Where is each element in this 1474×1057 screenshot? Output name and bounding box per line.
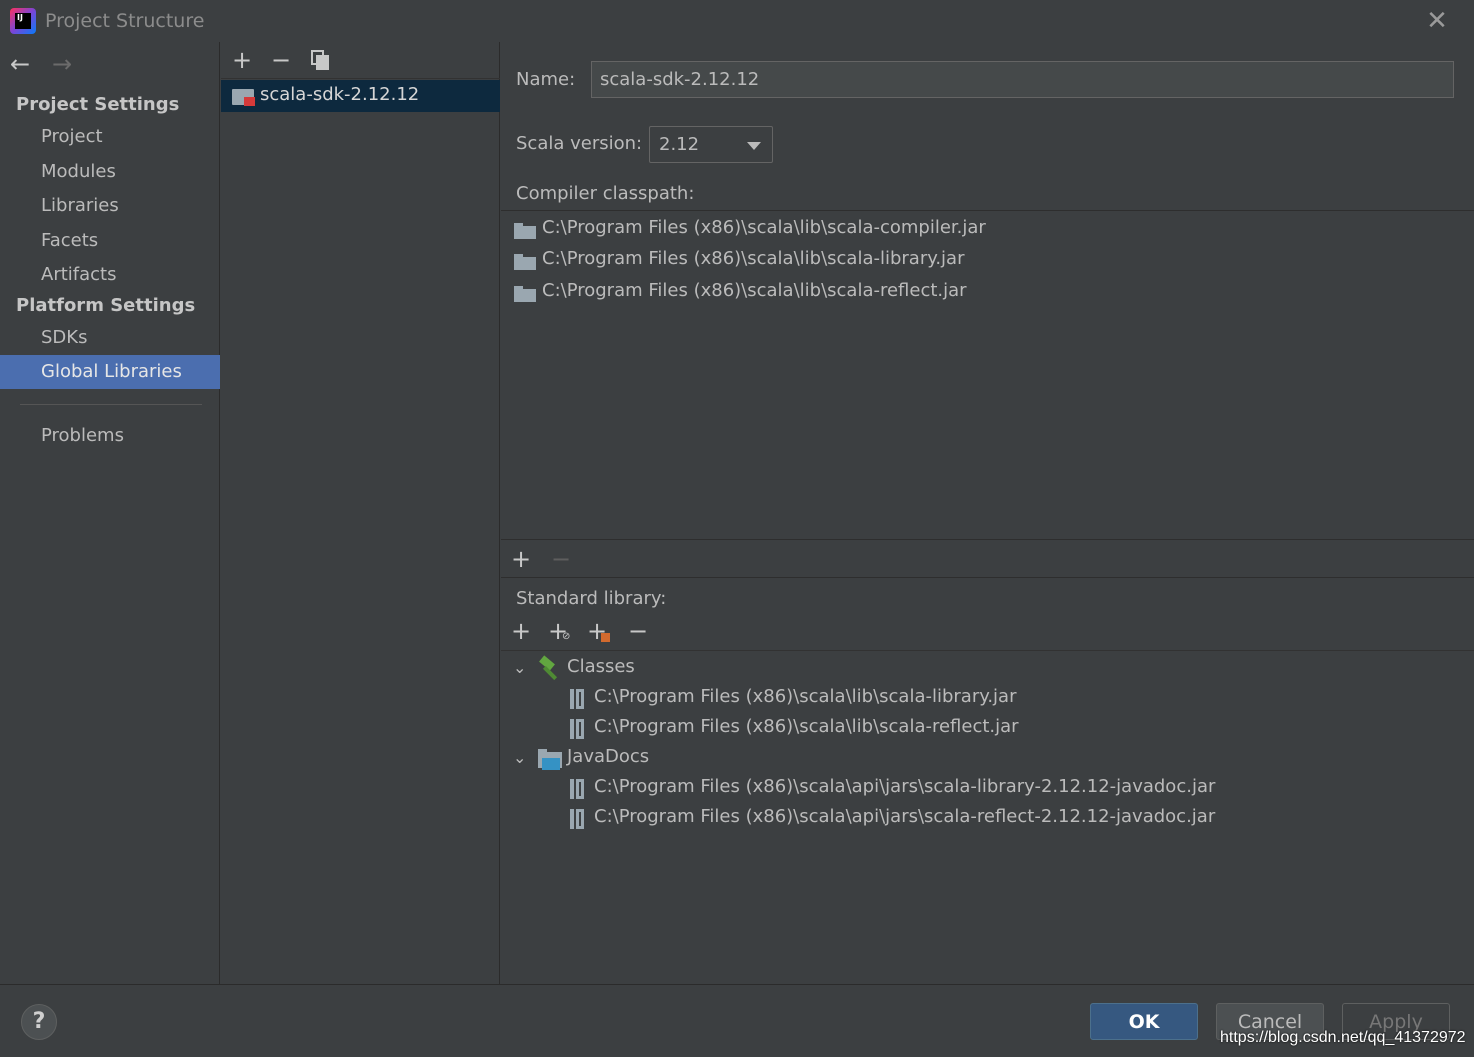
add-icon[interactable]: + xyxy=(229,46,255,74)
folder-icon xyxy=(514,254,536,270)
add-icon[interactable]: + xyxy=(511,545,531,573)
watermark-text: https://blog.csdn.net/qq_41372972 xyxy=(1220,1029,1466,1046)
nav-item-libraries[interactable]: Libraries xyxy=(0,189,220,223)
folder-icon xyxy=(514,223,536,239)
compiler-classpath-label: Compiler classpath: xyxy=(516,183,695,204)
scala-version-select[interactable]: 2.12 xyxy=(649,126,773,163)
nav-item-facets[interactable]: Facets xyxy=(0,224,220,258)
classpath-toolbar: + − xyxy=(501,541,1474,578)
classpath-path: C:\Program Files (x86)\scala\lib\scala-l… xyxy=(542,248,965,269)
intellij-logo-icon: IJ xyxy=(10,8,36,34)
name-label: Name: xyxy=(516,69,576,90)
library-item-label: scala-sdk-2.12.12 xyxy=(260,84,420,105)
platform-settings-header: Platform Settings xyxy=(16,295,196,316)
back-arrow-icon[interactable]: ← xyxy=(10,50,36,78)
help-button[interactable]: ? xyxy=(21,1004,57,1040)
library-detail-panel: Name: Scala version: 2.12 Compiler class… xyxy=(501,42,1474,984)
nav-item-sdks[interactable]: SDKs xyxy=(0,321,220,355)
nav-item-project[interactable]: Project xyxy=(0,120,220,154)
standard-library-label: Standard library: xyxy=(516,588,667,609)
tree-item-path: C:\Program Files (x86)\scala\lib\scala-r… xyxy=(594,716,1019,737)
nav-item-global-libraries[interactable]: Global Libraries xyxy=(0,355,220,389)
add-icon[interactable]: + xyxy=(511,617,531,645)
library-list-toolbar: + − xyxy=(221,42,500,79)
classpath-path: C:\Program Files (x86)\scala\lib\scala-c… xyxy=(542,217,986,238)
jar-icon xyxy=(570,779,584,799)
chevron-down-icon[interactable]: ⌄ xyxy=(513,748,527,767)
chevron-down-icon[interactable]: ⌄ xyxy=(513,658,527,677)
scala-version-label: Scala version: xyxy=(516,133,643,154)
library-item[interactable]: scala-sdk-2.12.12 xyxy=(221,80,500,112)
ok-button[interactable]: OK xyxy=(1090,1003,1198,1040)
tree-item-path: C:\Program Files (x86)\scala\lib\scala-l… xyxy=(594,686,1017,707)
jar-icon xyxy=(570,809,584,829)
remove-icon[interactable]: − xyxy=(551,545,571,573)
tree-node-label: Classes xyxy=(567,656,635,677)
compiler-classpath-list: C:\Program Files (x86)\scala\lib\scala-c… xyxy=(501,210,1474,540)
settings-nav: ← → Project Settings Project Modules Lib… xyxy=(0,42,220,984)
classpath-path: C:\Program Files (x86)\scala\lib\scala-r… xyxy=(542,280,967,301)
remove-icon[interactable]: − xyxy=(628,617,648,645)
library-icon xyxy=(232,89,255,106)
dialog-footer: ? OK Cancel Apply https://blog.csdn.net/… xyxy=(0,984,1474,1057)
jar-icon xyxy=(570,689,584,709)
jar-icon xyxy=(570,719,584,739)
nav-item-problems[interactable]: Problems xyxy=(0,419,220,453)
project-settings-header: Project Settings xyxy=(16,94,180,115)
tree-item[interactable]: C:\Program Files (x86)\scala\api\jars\sc… xyxy=(501,774,1474,804)
remove-icon[interactable]: − xyxy=(268,46,294,74)
tree-node-javadocs[interactable]: ⌄ JavaDocs xyxy=(501,744,1474,774)
add-attach-icon[interactable]: + ⊘ xyxy=(548,617,570,645)
window-title: Project Structure xyxy=(45,10,205,32)
library-list-panel: + − scala-sdk-2.12.12 xyxy=(221,42,500,984)
copy-icon[interactable] xyxy=(311,50,329,70)
nav-item-modules[interactable]: Modules xyxy=(0,155,220,189)
nav-item-artifacts[interactable]: Artifacts xyxy=(0,258,220,292)
tree-item[interactable]: C:\Program Files (x86)\scala\api\jars\sc… xyxy=(501,804,1474,834)
tree-item[interactable]: C:\Program Files (x86)\scala\lib\scala-r… xyxy=(501,714,1474,744)
tree-node-classes[interactable]: ⌄ Classes xyxy=(501,654,1474,684)
forward-arrow-icon[interactable]: → xyxy=(52,50,78,78)
tree-item-path: C:\Program Files (x86)\scala\api\jars\sc… xyxy=(594,806,1216,827)
tree-item[interactable]: C:\Program Files (x86)\scala\lib\scala-l… xyxy=(501,684,1474,714)
chevron-down-icon xyxy=(747,142,761,150)
close-icon[interactable]: ✕ xyxy=(1424,8,1450,34)
standard-library-toolbar: + + ⊘ + − xyxy=(501,617,1474,651)
name-field[interactable] xyxy=(591,61,1454,98)
folder-icon xyxy=(514,286,536,302)
nav-divider xyxy=(20,404,202,405)
scala-version-value: 2.12 xyxy=(659,134,700,155)
tree-node-label: JavaDocs xyxy=(567,746,650,767)
javadoc-folder-icon xyxy=(538,749,562,770)
tree-item-path: C:\Program Files (x86)\scala\api\jars\sc… xyxy=(594,776,1216,797)
add-files-icon[interactable]: + xyxy=(587,617,610,645)
title-bar: IJ Project Structure ✕ xyxy=(0,0,1474,42)
hammer-icon xyxy=(538,655,562,681)
